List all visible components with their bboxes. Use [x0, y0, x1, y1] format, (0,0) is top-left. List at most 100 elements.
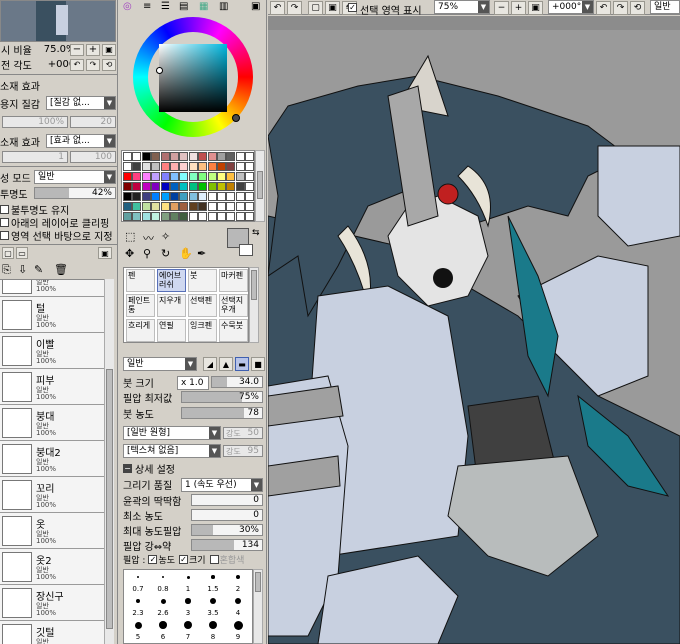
color-picker-marker[interactable] — [156, 67, 163, 74]
clear-layer-icon[interactable]: ✎ — [34, 263, 43, 276]
material-effect-select[interactable]: [효과 없... ▼ — [46, 134, 116, 148]
palette-swatch[interactable] — [151, 172, 161, 181]
toolbar-zoom-reset[interactable]: ▣ — [528, 1, 543, 15]
palette-swatch[interactable] — [123, 192, 132, 201]
presets-scrollbar[interactable] — [253, 569, 263, 644]
palette-swatch[interactable] — [141, 152, 151, 161]
brush-density-slider[interactable]: 78 — [181, 407, 263, 419]
palette-swatch[interactable] — [160, 172, 170, 181]
layer-row[interactable]: 꼬리 일반 100% — [0, 478, 112, 513]
secondary-color-swatch[interactable] — [239, 244, 253, 256]
palette-swatch[interactable] — [123, 172, 132, 181]
palette-swatch[interactable] — [198, 212, 208, 221]
palette-swatch[interactable] — [188, 182, 198, 191]
brush-tool-button[interactable]: 잉크펜 — [188, 319, 217, 342]
palette-swatch[interactable] — [217, 172, 226, 181]
palette-swatch[interactable] — [151, 192, 161, 201]
new-folder-icon[interactable]: ▭ — [16, 247, 28, 259]
brush-size-preset[interactable]: 1 — [176, 571, 200, 595]
palette-swatch[interactable] — [245, 152, 255, 161]
toolbar-rotate-reset[interactable]: ⟲ — [630, 1, 645, 15]
palette-swatch[interactable] — [235, 152, 245, 161]
palette-swatch[interactable] — [207, 172, 217, 181]
tip-shape-2[interactable]: ▲ — [219, 357, 233, 371]
swatch-tab-icon[interactable]: ▦ — [199, 1, 208, 12]
magic-wand-icon[interactable]: ✧ — [161, 230, 170, 243]
palette-swatch[interactable] — [132, 192, 142, 201]
palette-scrollbar[interactable] — [255, 150, 265, 222]
brush-size-preset[interactable]: 5 — [126, 619, 150, 643]
palette-swatch[interactable] — [170, 172, 179, 181]
palette-swatch[interactable] — [198, 182, 208, 191]
palette-swatch[interactable] — [179, 182, 189, 191]
layer-row[interactable]: 일반 100% — [0, 280, 112, 297]
palette-swatch[interactable] — [160, 152, 170, 161]
palette-swatch[interactable] — [245, 212, 255, 221]
palette-swatch[interactable] — [235, 202, 245, 211]
palette-swatch[interactable] — [141, 162, 151, 171]
hue-marker[interactable] — [232, 114, 240, 122]
undo-icon[interactable]: ↶ — [270, 1, 285, 15]
palette-swatch[interactable] — [217, 212, 226, 221]
selection-source-checkbox[interactable] — [0, 231, 9, 240]
palette-swatch[interactable] — [160, 202, 170, 211]
palette-swatch[interactable] — [226, 162, 236, 171]
zoom-out-button[interactable]: − — [70, 43, 84, 56]
brush-mode-select[interactable]: 일반 ▼ — [123, 357, 197, 371]
rgb-slider-tab-icon[interactable]: ≡ — [143, 1, 151, 12]
material-value-slider[interactable]: 100 — [70, 151, 116, 163]
palette-swatch[interactable] — [207, 182, 217, 191]
brush-texture-select[interactable]: [텍스쳐 없음] ▼ — [123, 444, 221, 458]
panel-menu-icon[interactable]: ▣ — [251, 1, 260, 12]
layer-scrollbar[interactable] — [104, 279, 114, 644]
toolbar-zoom-in[interactable]: + — [511, 1, 526, 15]
lasso-select-icon[interactable]: 〰 — [143, 230, 154, 246]
palette-swatch[interactable] — [245, 192, 255, 201]
canvas-area[interactable] — [268, 16, 680, 644]
new-layer-icon[interactable]: ▢ — [2, 247, 14, 259]
palette-swatch[interactable] — [235, 212, 245, 221]
saturation-value-square[interactable] — [159, 44, 227, 112]
palette-swatch[interactable] — [123, 162, 132, 171]
palette-swatch[interactable] — [160, 182, 170, 191]
palette-swatch[interactable] — [123, 152, 132, 161]
deselect-icon[interactable]: ▢ — [308, 1, 323, 15]
palette-swatch[interactable] — [207, 152, 217, 161]
brush-size-preset[interactable]: 9 — [226, 619, 250, 643]
palette-swatch[interactable] — [207, 162, 217, 171]
palette-swatch[interactable] — [132, 182, 142, 191]
rotate-right-button[interactable]: ↷ — [86, 58, 100, 71]
brush-size-preset[interactable]: 2.3 — [126, 595, 150, 619]
palette-swatch[interactable] — [207, 212, 217, 221]
palette-swatch[interactable] — [217, 192, 226, 201]
brush-size-preset[interactable]: 2 — [226, 571, 250, 595]
layer-row[interactable]: 붕대2 일반 100% — [0, 442, 112, 477]
palette-swatch[interactable] — [207, 202, 217, 211]
redo-icon[interactable]: ↷ — [287, 1, 302, 15]
brush-tool-button[interactable]: 흐리게 — [126, 319, 155, 342]
palette-swatch[interactable] — [151, 182, 161, 191]
palette-swatch[interactable] — [141, 172, 151, 181]
palette-swatch[interactable] — [179, 152, 189, 161]
palette-swatch[interactable] — [170, 192, 179, 201]
palette-swatch[interactable] — [151, 152, 161, 161]
brush-size-preset[interactable]: 6 — [151, 619, 175, 643]
layer-scroll-thumb[interactable] — [106, 369, 113, 629]
shape-strength-slider[interactable]: 강도 50 — [223, 427, 263, 439]
brush-shape-select[interactable]: [일반 원형] ▼ — [123, 426, 221, 440]
brush-grid-scrollbar[interactable] — [249, 267, 259, 343]
palette-swatch[interactable] — [160, 162, 170, 171]
palette-swatch[interactable] — [198, 192, 208, 201]
palette-swatch[interactable] — [198, 162, 208, 171]
tip-shape-1[interactable]: ◢ — [203, 357, 217, 371]
palette-swatch[interactable] — [179, 202, 189, 211]
copy-layer-icon[interactable]: ⎘ — [2, 263, 11, 277]
brush-tool-button[interactable]: 페인트통 — [126, 294, 155, 317]
layer-row[interactable]: 피부 일반 100% — [0, 370, 112, 405]
brush-tool-button[interactable]: 마커펜 — [219, 269, 248, 292]
pressure-density-checkbox[interactable]: ✓ — [148, 555, 158, 564]
brush-tool-button[interactable]: 연필 — [157, 319, 186, 342]
palette-swatch[interactable] — [170, 152, 179, 161]
delete-layer-icon[interactable]: 🗑 — [54, 263, 68, 276]
palette-swatch[interactable] — [188, 172, 198, 181]
